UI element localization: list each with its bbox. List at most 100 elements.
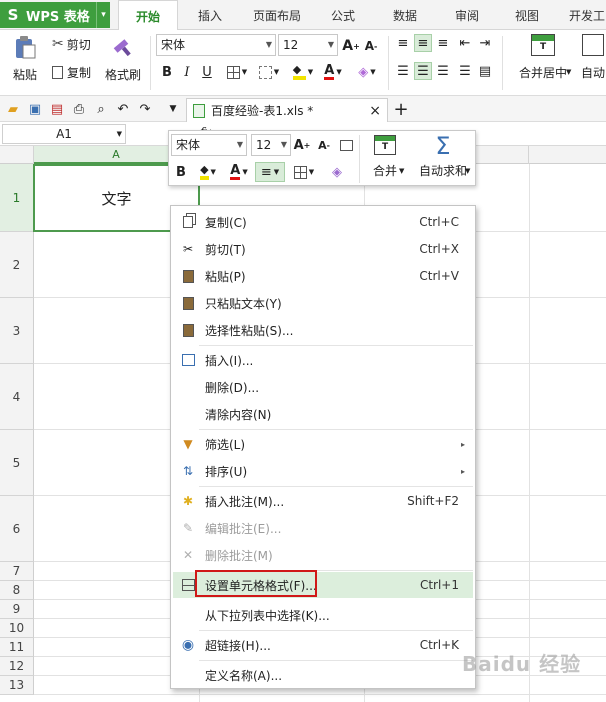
row-header[interactable]: 5	[0, 430, 34, 496]
paste-button[interactable]: 粘贴	[6, 34, 44, 90]
font-name-select[interactable]: 宋体 ▼	[156, 34, 276, 56]
menu-item-pick-from-list[interactable]: 从下拉列表中选择(K)...	[173, 602, 473, 628]
menu-item-cut[interactable]: ✂ 剪切(T) Ctrl+X	[173, 236, 473, 262]
chevron-down-icon[interactable]: ▼	[465, 167, 470, 175]
row-header[interactable]: 13	[0, 676, 34, 695]
bold-icon[interactable]: B	[173, 162, 189, 182]
column-header-d[interactable]	[529, 146, 606, 164]
font-size-select[interactable]: 12 ▼	[278, 34, 338, 56]
menu-item-filter[interactable]: ▼ 筛选(L) ▸	[173, 431, 473, 457]
borders-icon[interactable]: ▼	[222, 62, 252, 82]
save-icon[interactable]: ▣	[26, 100, 44, 118]
menu-item-clear-contents[interactable]: 清除内容(N)	[173, 401, 473, 427]
menu-item-paste-text-only[interactable]: 只粘贴文本(Y)	[173, 290, 473, 316]
auto-wrap-button[interactable]: 自动	[580, 34, 606, 90]
export-pdf-icon[interactable]: ▤	[48, 100, 66, 118]
print-preview-icon[interactable]: ⌕	[92, 100, 110, 118]
align-left-icon[interactable]: ☰	[394, 62, 412, 80]
align-center-icon[interactable]: ☰	[414, 62, 432, 80]
align-middle-icon[interactable]: ≡	[414, 34, 432, 52]
clear-format-icon[interactable]: ◈ ▼	[352, 62, 382, 82]
menu-item-paste[interactable]: 粘贴(P) Ctrl+V	[173, 263, 473, 289]
row-header[interactable]: 10	[0, 619, 34, 638]
row-header[interactable]: 4	[0, 364, 34, 430]
cell-style-icon[interactable]: ▼	[254, 62, 284, 82]
customize-dropdown-icon[interactable]: ▼	[166, 100, 180, 118]
chevron-down-icon[interactable]: ▾	[96, 2, 110, 28]
tab-page-layout[interactable]: 页面布局	[240, 0, 314, 30]
open-folder-icon[interactable]: ▰	[4, 100, 22, 118]
chevron-down-icon[interactable]: ▼	[566, 68, 571, 76]
grow-font-icon[interactable]: A +	[293, 135, 311, 155]
row-header[interactable]: 9	[0, 600, 34, 619]
mini-font-size-select[interactable]: 12 ▼	[251, 134, 291, 156]
font-color-icon[interactable]: A ▼	[318, 62, 348, 82]
shrink-font-icon[interactable]: A-	[315, 135, 333, 155]
row-header[interactable]: 8	[0, 581, 34, 600]
document-tab[interactable]: 百度经验-表1.xls * ×	[186, 98, 388, 122]
menu-item-sort[interactable]: ⇅ 排序(U) ▸	[173, 458, 473, 484]
shrink-font-icon[interactable]: A-	[362, 36, 380, 56]
menu-item-define-name[interactable]: 定义名称(A)...	[173, 662, 473, 688]
menu-item-copy[interactable]: 复制(C) Ctrl+C	[173, 209, 473, 235]
autosum-button[interactable]: Σ 自动求和	[411, 134, 475, 185]
tab-insert[interactable]: 插入	[182, 0, 238, 30]
tab-view[interactable]: 视图	[502, 0, 552, 30]
align-top-icon[interactable]: ≡	[394, 34, 412, 52]
indent-increase-icon[interactable]: ⇥	[476, 34, 494, 52]
distributed-icon[interactable]: ▤	[476, 62, 494, 80]
indent-decrease-icon[interactable]: ⇤	[456, 34, 474, 52]
row-header[interactable]: 11	[0, 638, 34, 657]
chevron-down-icon: ▼	[280, 140, 287, 149]
tab-review[interactable]: 审阅	[442, 0, 492, 30]
chevron-down-icon[interactable]: ▼	[399, 167, 404, 175]
row-header[interactable]: 2	[0, 232, 34, 298]
menu-item-delete-comment[interactable]: ✕ 删除批注(M)	[173, 542, 473, 568]
format-painter-button[interactable]: 格式刷	[104, 34, 142, 90]
undo-icon[interactable]: ↶	[114, 100, 132, 118]
redo-icon[interactable]: ↷	[136, 100, 154, 118]
menu-item-delete[interactable]: 删除(D)...	[173, 374, 473, 400]
fill-color-icon[interactable]: ◆ ▼	[193, 162, 223, 182]
menu-item-edit-comment[interactable]: ✎ 编辑批注(E)...	[173, 515, 473, 541]
merge-center-button[interactable]: T 合并居中	[508, 34, 578, 90]
menu-item-hyperlink[interactable]: ◉ 超链接(H)... Ctrl+K	[173, 632, 473, 658]
mini-font-name-select[interactable]: 宋体 ▼	[171, 134, 247, 156]
close-icon[interactable]: ×	[369, 103, 381, 119]
underline-icon[interactable]: U	[198, 62, 216, 82]
fill-color-icon[interactable]: ◆ ▼	[288, 62, 318, 82]
align-bottom-icon[interactable]: ≡	[434, 34, 452, 52]
copy-button[interactable]: 复制	[52, 62, 91, 82]
borders-icon[interactable]: ▼	[289, 162, 319, 182]
font-color-icon[interactable]: A ▼	[225, 162, 253, 182]
row-header[interactable]: 1	[0, 164, 34, 232]
tab-data[interactable]: 数据	[380, 0, 430, 30]
app-menu-button[interactable]: S WPS 表格 ▾	[0, 2, 110, 28]
clipboard-icon	[179, 267, 197, 285]
row-header[interactable]: 12	[0, 657, 34, 676]
select-all-corner[interactable]	[0, 146, 34, 164]
tab-formulas[interactable]: 公式	[318, 0, 368, 30]
tab-developer[interactable]: 开发工	[562, 0, 606, 30]
row-header[interactable]: 7	[0, 562, 34, 581]
align-center-icon[interactable]: ≡ ▼	[255, 162, 285, 182]
justify-icon[interactable]: ☰	[456, 62, 474, 80]
row-header[interactable]: 3	[0, 298, 34, 364]
grow-font-icon[interactable]: A +	[342, 36, 360, 56]
name-box[interactable]: A1 ▼	[2, 124, 126, 144]
print-icon[interactable]: ⎙	[70, 100, 88, 118]
cut-button[interactable]: ✂ 剪切	[52, 34, 91, 54]
menu-item-insert-comment[interactable]: ✱ 插入批注(M)... Shift+F2	[173, 488, 473, 514]
row-header[interactable]: 6	[0, 496, 34, 562]
cell-format-icon[interactable]	[337, 135, 355, 155]
bold-icon[interactable]: B	[158, 62, 176, 82]
paintbrush-icon[interactable]: ◈	[327, 162, 347, 182]
menu-item-paste-special[interactable]: 选择性粘贴(S)...	[173, 317, 473, 343]
copy-icon	[52, 65, 63, 79]
tab-home[interactable]: 开始	[118, 0, 178, 31]
italic-icon[interactable]: I	[178, 62, 196, 82]
new-tab-icon[interactable]: +	[392, 98, 410, 120]
mini-merge-button[interactable]: T 合并	[365, 135, 405, 185]
menu-item-insert[interactable]: 插入(I)...	[173, 347, 473, 373]
align-right-icon[interactable]: ☰	[434, 62, 452, 80]
